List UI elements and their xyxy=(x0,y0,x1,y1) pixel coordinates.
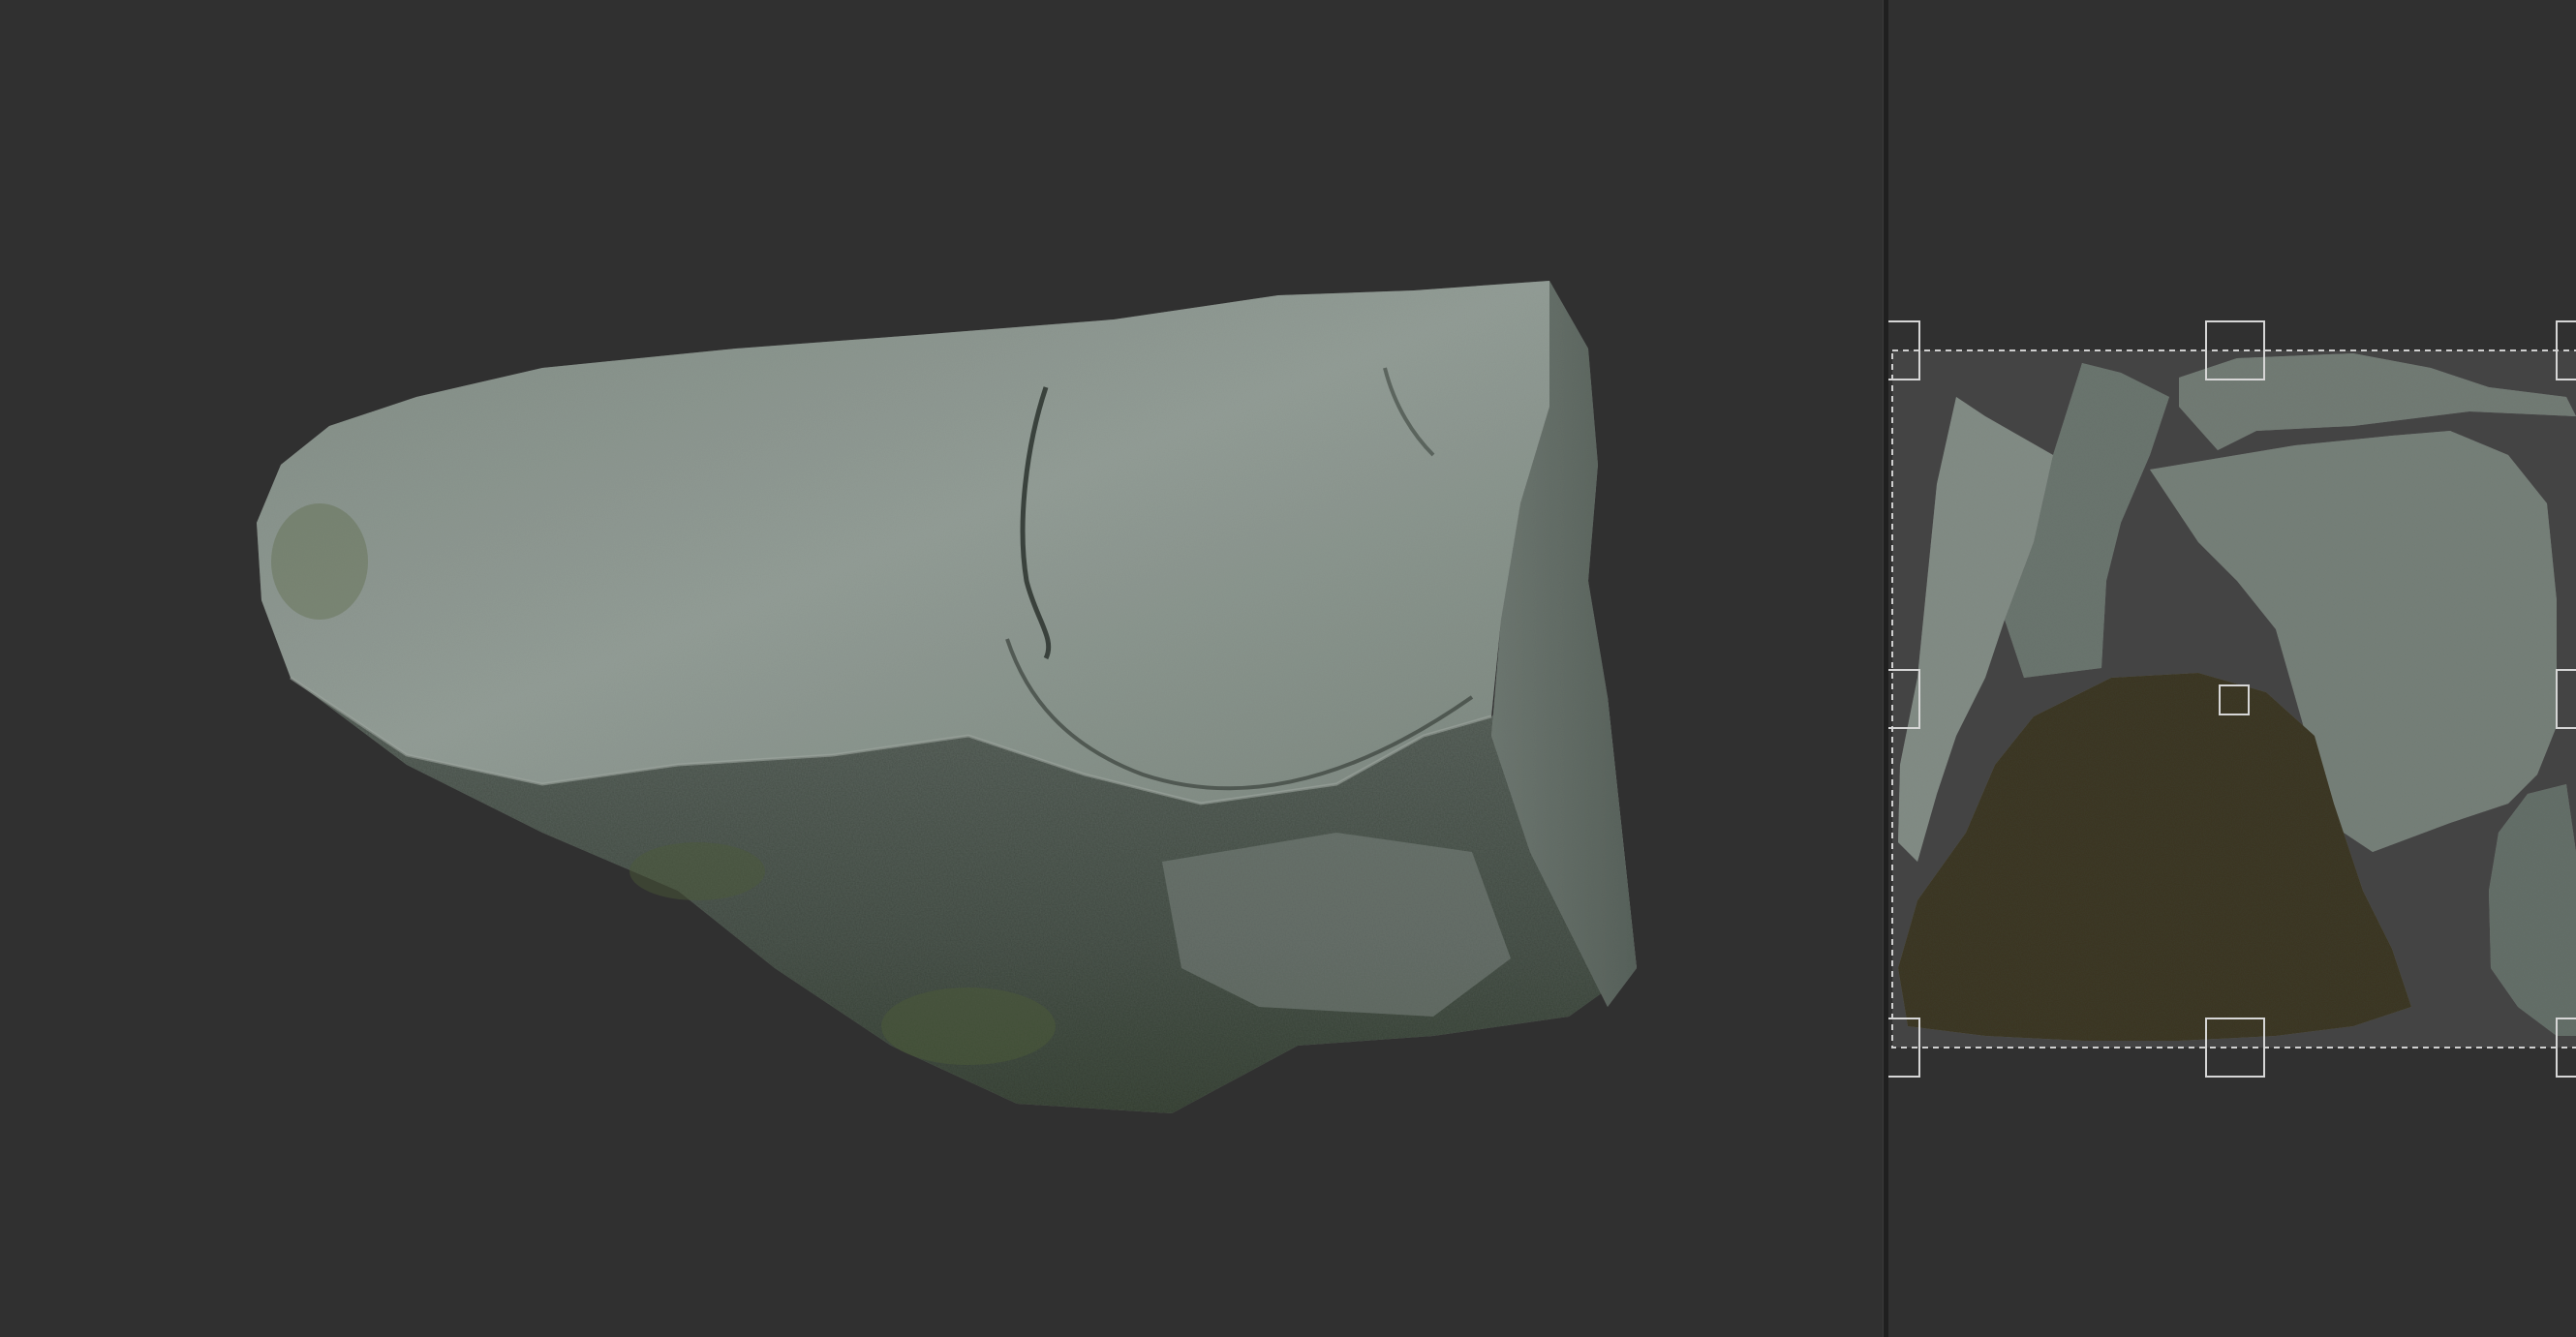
3d-viewport[interactable] xyxy=(0,0,1883,1337)
moss-patch xyxy=(629,842,765,900)
app-window xyxy=(0,0,2576,1337)
uv-canvas[interactable] xyxy=(1888,0,2576,1337)
moss-patch xyxy=(881,988,1056,1065)
rock-mesh[interactable] xyxy=(257,281,1637,1113)
uv-texture-view[interactable] xyxy=(1888,0,2576,1337)
viewport-canvas[interactable] xyxy=(0,0,1883,1337)
moss-patch xyxy=(271,503,368,620)
rock-top-face xyxy=(257,281,1549,804)
